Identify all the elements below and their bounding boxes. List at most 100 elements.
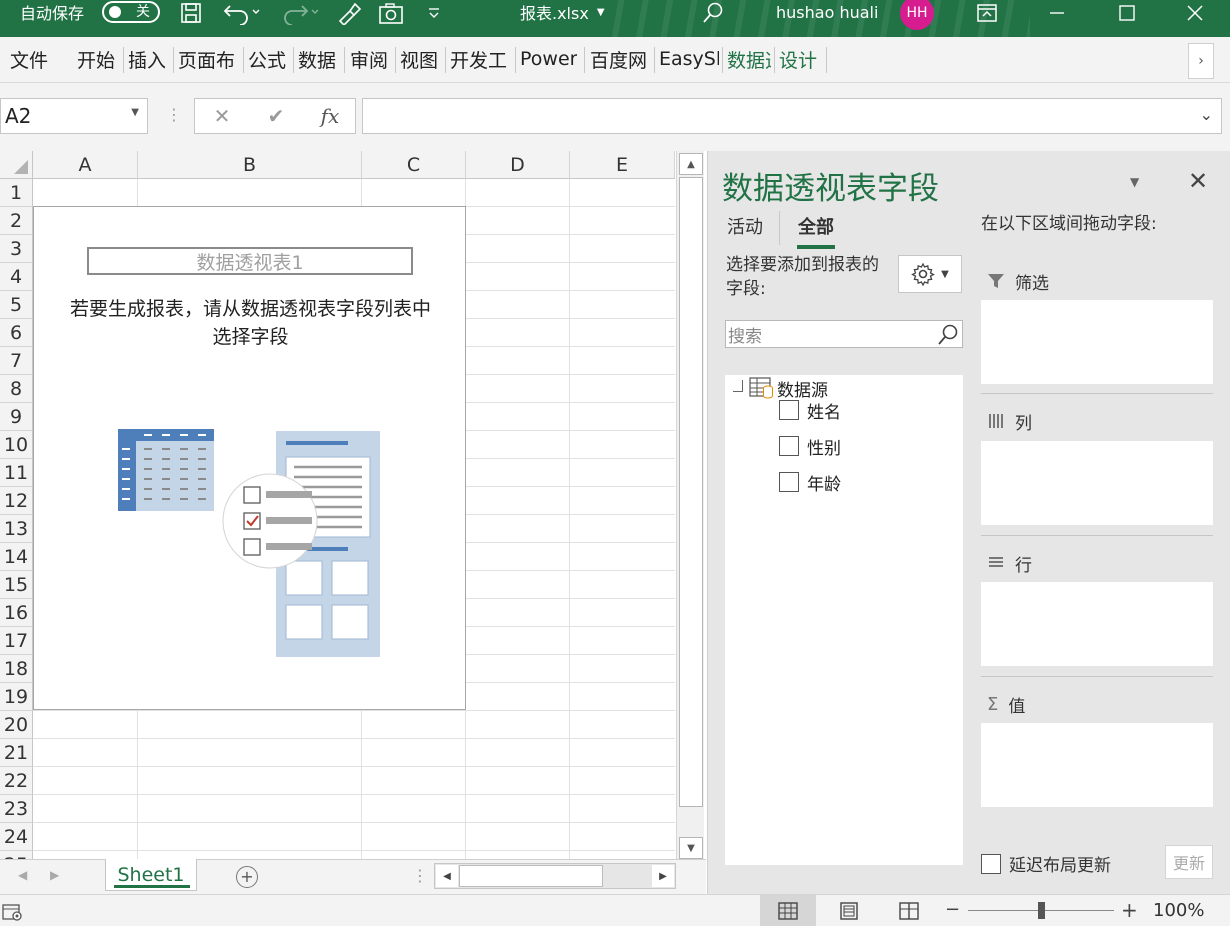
sheet-tab-sheet1[interactable]: Sheet1 [105,859,197,891]
save-icon[interactable] [176,0,206,26]
drag-handle-icon[interactable]: ⋮ [166,105,182,124]
page-layout-view-icon[interactable] [821,895,877,926]
name-box[interactable]: A2 ▼ [0,98,148,134]
zoom-level[interactable]: 100% [1153,900,1204,921]
tab-developer[interactable]: 开发工 [450,37,514,81]
filter-drop-area[interactable] [981,300,1213,384]
rows-drop-area[interactable] [981,582,1213,666]
undo-icon[interactable] [218,0,262,26]
column-header-c[interactable]: C [362,151,466,179]
field-checkbox[interactable] [779,472,799,492]
zoom-slider-thumb[interactable] [1038,902,1045,919]
vertical-scroll-thumb[interactable] [679,177,703,807]
field-search-input[interactable]: 搜索 [725,320,963,348]
scroll-down-icon[interactable]: ▼ [679,837,703,859]
tab-all[interactable]: 全部 [798,213,834,239]
customize-toolbar-icon[interactable] [424,0,444,26]
row-header[interactable]: 7 [0,347,33,375]
field-item-gender[interactable]: 性别 [779,433,841,459]
row-header[interactable]: 9 [0,403,33,431]
tab-view[interactable]: 视图 [400,37,438,81]
column-header-e[interactable]: E [570,151,675,179]
autosave-toggle[interactable]: 关 [102,1,160,23]
row-header[interactable]: 23 [0,795,33,823]
defer-checkbox[interactable] [981,853,1001,874]
sheet-prev-icon[interactable]: ◀ [18,868,27,882]
drag-handle-icon[interactable]: ⋮ [412,866,428,885]
chevron-down-icon[interactable]: ▼ [131,107,139,118]
row-header[interactable]: 12 [0,487,33,515]
row-header[interactable]: 11 [0,459,33,487]
close-icon[interactable] [1182,0,1208,26]
redo-icon[interactable] [278,0,322,26]
search-icon[interactable] [936,323,960,347]
row-header[interactable]: 20 [0,711,33,739]
field-checkbox[interactable] [779,436,799,456]
row-header[interactable]: 2 [0,207,33,235]
ribbon-display-icon[interactable] [974,0,1000,26]
page-break-view-icon[interactable] [881,895,937,926]
column-header-d[interactable]: D [466,151,570,179]
tab-easyshu[interactable]: EasySl [659,37,719,81]
expand-formula-icon[interactable]: ⌄ [1200,105,1213,124]
tab-file[interactable]: 文件 [10,37,48,81]
row-header[interactable]: 10 [0,431,33,459]
zoom-in-button[interactable]: + [1121,898,1138,922]
insert-function-icon[interactable]: fx [315,99,345,133]
scroll-left-icon[interactable]: ◀ [436,865,458,887]
field-settings-button[interactable]: ▼ [898,255,962,293]
tab-power[interactable]: Power [520,37,577,81]
tab-pivot-analyze[interactable]: 数据透 [727,37,771,81]
tab-active[interactable]: 活动 [727,213,763,239]
row-header[interactable]: 16 [0,599,33,627]
tab-review[interactable]: 审阅 [350,37,388,81]
defer-layout-update[interactable]: 延迟布局更新 [981,851,1111,876]
document-title[interactable]: 报表.xlsx ▼ [520,0,605,24]
field-item-age[interactable]: 年龄 [779,469,841,495]
search-icon[interactable] [700,0,726,26]
pivot-table-placeholder[interactable]: 数据透视表1 若要生成报表，请从数据透视表字段列表中 选择字段 [33,206,466,710]
row-header[interactable]: 1 [0,179,33,207]
zoom-out-button[interactable]: − [945,899,960,920]
row-header[interactable]: 5 [0,291,33,319]
tree-collapse-icon[interactable] [733,380,743,392]
row-header[interactable]: 3 [0,235,33,263]
row-header[interactable]: 6 [0,319,33,347]
row-header[interactable]: 24 [0,823,33,851]
field-item-name[interactable]: 姓名 [779,397,841,423]
column-header-b[interactable]: B [138,151,362,179]
minimize-icon[interactable] [1044,0,1070,26]
row-header[interactable]: 4 [0,263,33,291]
row-header[interactable]: 18 [0,655,33,683]
tab-data[interactable]: 数据 [298,37,336,81]
row-header[interactable]: 21 [0,739,33,767]
scroll-up-icon[interactable]: ▲ [679,153,703,175]
update-button[interactable]: 更新 [1165,845,1213,879]
close-icon[interactable]: ✕ [1188,167,1208,195]
maximize-icon[interactable] [1114,0,1140,26]
macro-record-icon[interactable] [2,902,24,922]
enter-icon[interactable]: ✔ [261,99,291,133]
row-header[interactable]: 14 [0,543,33,571]
format-painter-icon[interactable] [334,0,364,26]
tab-insert[interactable]: 插入 [128,37,166,81]
values-drop-area[interactable] [981,723,1213,807]
cancel-icon[interactable]: ✕ [207,99,237,133]
tab-design[interactable]: 设计 [779,37,817,81]
pane-options-icon[interactable]: ▼ [1130,175,1139,189]
row-header[interactable]: 15 [0,571,33,599]
row-header[interactable]: 22 [0,767,33,795]
vertical-scrollbar[interactable]: ▲ ▼ [676,151,704,861]
scroll-right-icon[interactable]: ▶ [652,865,674,887]
tab-home[interactable]: 开始 [77,37,115,81]
column-header-a[interactable]: A [33,151,138,179]
row-header[interactable]: 17 [0,627,33,655]
select-all-button[interactable] [0,151,33,179]
formula-input[interactable]: ⌄ [362,98,1222,134]
columns-drop-area[interactable] [981,441,1213,525]
sheet-next-icon[interactable]: ▶ [50,868,59,882]
tab-page-layout[interactable]: 页面布 [178,37,235,81]
horizontal-scrollbar[interactable]: ◀ ▶ [434,863,676,889]
row-header[interactable]: 13 [0,515,33,543]
horizontal-scroll-thumb[interactable] [459,865,603,887]
